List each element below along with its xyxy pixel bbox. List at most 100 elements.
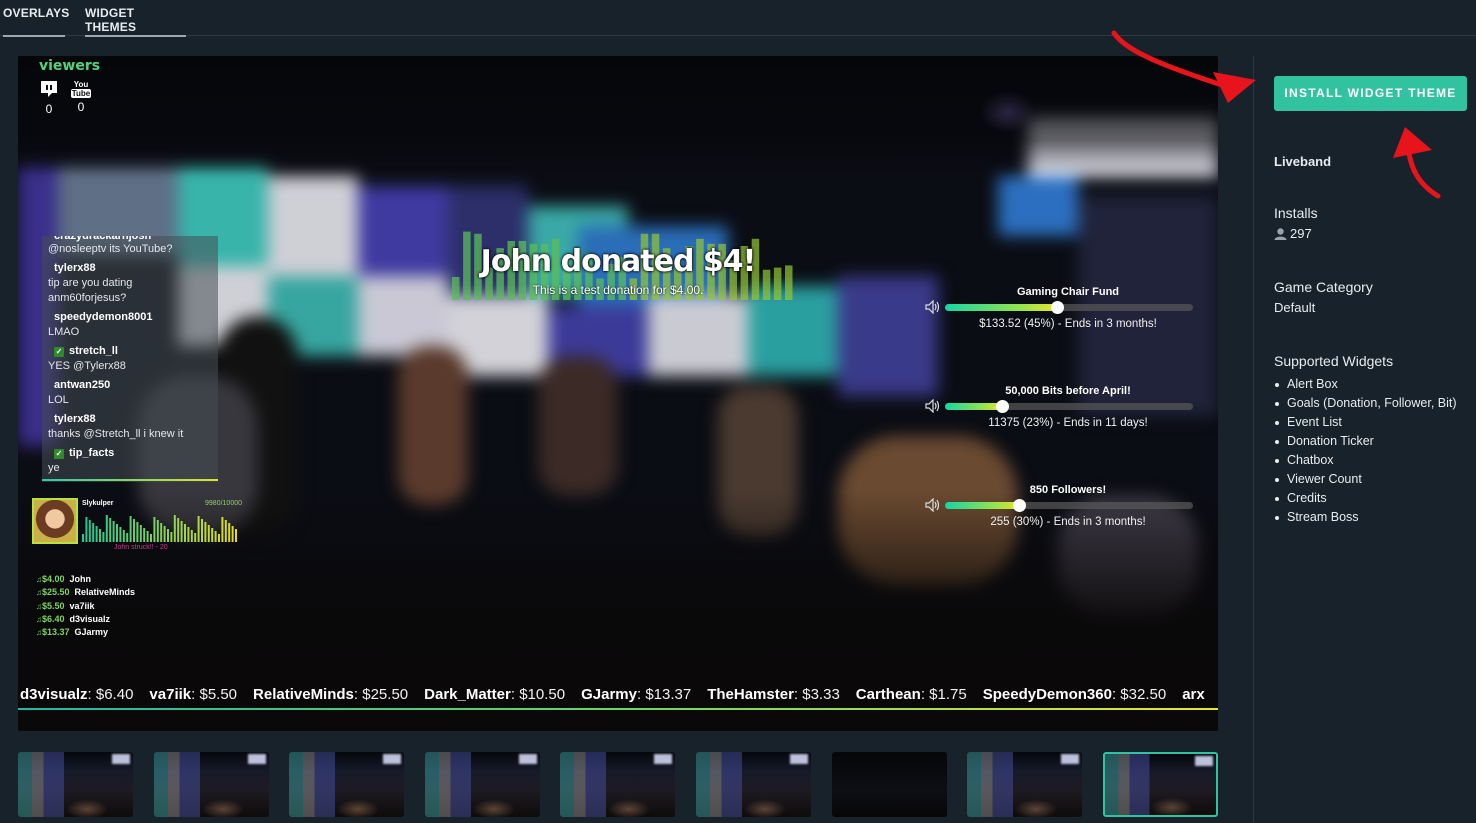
goal-progress-bar bbox=[945, 400, 1193, 413]
goal-subtitle: $133.52 (45%) - Ends in 3 months! bbox=[979, 318, 1157, 330]
visualizer-bar bbox=[153, 517, 156, 542]
preview-thumbnails bbox=[18, 752, 1218, 817]
visualizer-bar bbox=[180, 521, 183, 542]
visualizer-bar bbox=[112, 521, 115, 542]
visualizer-bar bbox=[150, 534, 152, 542]
twitch-viewer-count: 0 bbox=[45, 102, 53, 116]
goal-title: 850 Followers! bbox=[1029, 484, 1107, 496]
chat-username-text: antwan250 bbox=[54, 379, 111, 391]
tab-widget-themes[interactable]: WIDGET THEMES bbox=[85, 6, 186, 37]
goal-progress-bar bbox=[945, 301, 1193, 314]
preview-thumbnail[interactable] bbox=[289, 752, 405, 817]
thumbnail-light bbox=[247, 754, 266, 764]
event-list-item: ♫$13.37 GJarmy bbox=[36, 626, 135, 639]
alert-title: John donated $4! bbox=[480, 244, 757, 279]
visualizer-bar bbox=[235, 529, 237, 542]
chat-username: tylerx88 bbox=[48, 412, 212, 427]
visualizer-bar bbox=[204, 522, 207, 542]
visualizer-bar bbox=[136, 522, 139, 542]
visualizer-bar bbox=[211, 528, 214, 542]
tab-widget-themes-label: WIDGET THEMES bbox=[85, 6, 137, 34]
chat-username-text: tylerx88 bbox=[54, 413, 96, 425]
event-amount: $13.37 bbox=[42, 627, 70, 638]
ticker-name: arx bbox=[1182, 686, 1205, 703]
preview-thumbnail[interactable] bbox=[696, 752, 811, 817]
installs-count: 297 bbox=[1290, 226, 1312, 241]
alert-box-widget: John donated $4! This is a test donation… bbox=[440, 224, 796, 302]
goal-item: 50,000 Bits before April! 11375 (23%) - E… bbox=[923, 385, 1193, 441]
visualizer-bar bbox=[99, 529, 101, 542]
ticker-item: Carthean: $1.75 bbox=[856, 686, 967, 703]
ticker-name: GJarmy bbox=[581, 686, 637, 703]
visualizer-bar bbox=[187, 527, 190, 542]
thumbnail-light bbox=[1194, 756, 1213, 766]
supported-widget-item: Alert Box bbox=[1274, 375, 1457, 394]
visualizer-bar bbox=[218, 534, 220, 542]
chatbox-underline bbox=[42, 479, 218, 481]
visualizer-bar bbox=[167, 529, 169, 542]
goal-title: 50,000 Bits before April! bbox=[1005, 385, 1131, 397]
ticker-amount: $13.37 bbox=[645, 686, 692, 703]
ticker-item: SpeedyDemon360: $32.50 bbox=[983, 686, 1166, 703]
thumbnail-light bbox=[518, 754, 537, 764]
chat-username: ✓ stretch_ll bbox=[48, 344, 212, 359]
ticker-name: Dark_Matter bbox=[424, 686, 511, 703]
preview-thumbnail[interactable] bbox=[1102, 752, 1218, 817]
viewer-count-title: viewers bbox=[39, 58, 101, 74]
supported-widget-item: Chatbox bbox=[1274, 451, 1457, 470]
visualizer-bar bbox=[109, 518, 112, 542]
event-name: John bbox=[69, 574, 92, 584]
tab-bar: OVERLAYS WIDGET THEMES bbox=[0, 0, 1476, 37]
preview-thumbnail[interactable] bbox=[967, 752, 1083, 817]
chat-username: tylerx88 bbox=[48, 261, 212, 276]
ticker-amount: $32.50 bbox=[1120, 686, 1167, 703]
thumbnail-light bbox=[1061, 754, 1080, 764]
chat-username: speedydemon8001 bbox=[48, 310, 212, 325]
ticker-name: d3visualz bbox=[20, 686, 88, 703]
moderator-badge-icon: ✓ bbox=[54, 347, 64, 357]
goal-subtitle: 11375 (23%) - Ends in 11 days! bbox=[988, 417, 1148, 429]
ticker-name: SpeedyDemon360 bbox=[982, 686, 1112, 703]
visualizer-bar bbox=[190, 530, 193, 542]
chat-messages: tylerx88 tip are you dating anm60forjesus?… bbox=[48, 261, 212, 476]
tab-overlays[interactable]: OVERLAYS bbox=[3, 6, 69, 37]
event-name: GJarmy bbox=[74, 627, 109, 638]
event-list-item: ♫$4.00 John bbox=[36, 573, 135, 586]
goal-progress-bar bbox=[945, 499, 1193, 512]
stream-boss-visualizer bbox=[82, 515, 237, 542]
goal-progress-fill bbox=[945, 502, 1020, 509]
visualizer-bar bbox=[177, 518, 180, 542]
ticker-item: va7iik: $5.50 bbox=[149, 686, 237, 703]
sidebar-divider bbox=[1253, 56, 1254, 823]
visualizer-bar bbox=[184, 524, 186, 542]
youtube-viewer-count: 0 bbox=[77, 100, 85, 114]
preview-thumbnail[interactable] bbox=[560, 752, 676, 817]
event-amount: $4.00 bbox=[42, 574, 65, 584]
event-list-item: ♫$25.50 RelativeMinds bbox=[36, 586, 135, 599]
visualizer-bar bbox=[170, 532, 173, 542]
event-list-item: ♫$5.50 va7iik bbox=[36, 600, 135, 613]
preview-thumbnail[interactable] bbox=[424, 752, 540, 817]
ticker-separator: : bbox=[510, 686, 520, 703]
ticker-item: TheHamster: $3.33 bbox=[707, 686, 840, 703]
moderator-badge-icon: ✓ bbox=[54, 449, 64, 459]
chat-username: antwan250 bbox=[48, 378, 212, 393]
ticker-item: RelativeMinds: $25.50 bbox=[253, 686, 408, 703]
preview-thumbnail[interactable] bbox=[153, 752, 269, 817]
preview-thumbnail[interactable] bbox=[18, 752, 133, 817]
thumbnail-light bbox=[790, 754, 808, 764]
goal-item: Gaming Chair Fund $133.52 (45%) - Ends in… bbox=[923, 286, 1193, 342]
visualizer-bar bbox=[92, 523, 95, 542]
preview-thumbnail[interactable] bbox=[831, 752, 947, 817]
thumbnail-light bbox=[654, 754, 673, 764]
ticker-separator: : bbox=[793, 686, 803, 703]
visualizer-bar bbox=[163, 526, 166, 542]
supported-widget-item: Donation Ticker bbox=[1274, 432, 1457, 451]
stream-boss-avatar bbox=[32, 498, 78, 544]
visualizer-bar bbox=[194, 533, 197, 542]
install-widget-theme-button[interactable]: INSTALL WIDGET THEME bbox=[1274, 76, 1467, 111]
goal-progress-fill bbox=[945, 304, 1057, 311]
chat-username-text: stretch_ll bbox=[69, 345, 118, 357]
ticker-item: GJarmy: $13.37 bbox=[581, 686, 691, 703]
chatbox-widget: crazydrackarnjosh @nosleeptv its YouTube… bbox=[42, 236, 218, 482]
